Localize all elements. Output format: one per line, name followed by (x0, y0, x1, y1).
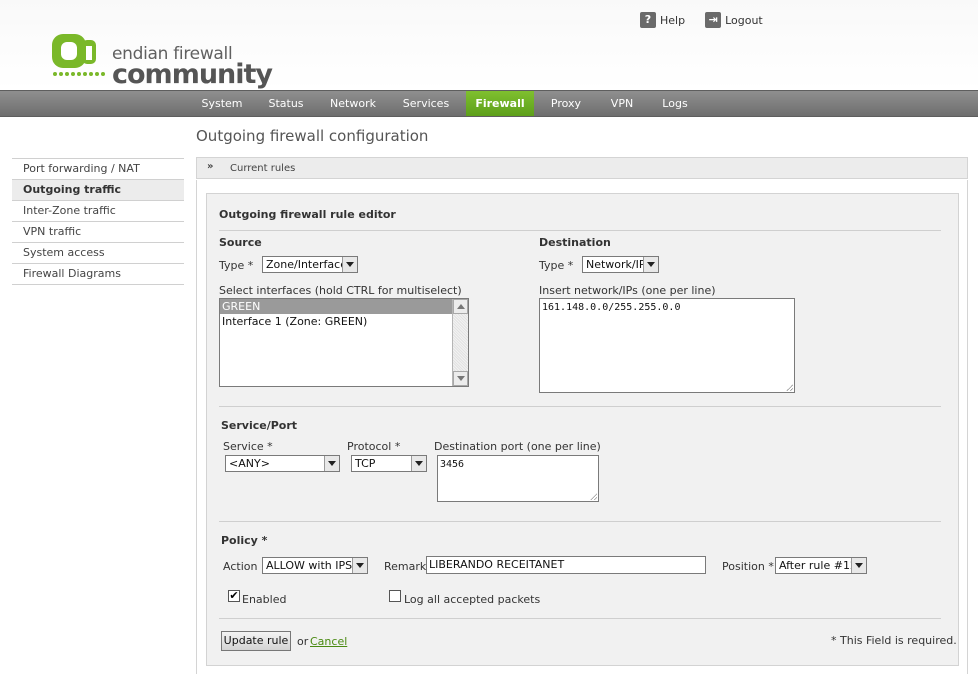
nav-firewall[interactable]: Firewall (466, 91, 534, 116)
action-select[interactable]: ALLOW with IPS (262, 557, 368, 574)
resize-handle-icon[interactable] (786, 384, 793, 391)
sidebar-item-port-forwarding[interactable]: Port forwarding / NAT (12, 159, 184, 180)
top-links: ? Help ⇥ Logout (640, 12, 763, 28)
service-select[interactable]: <ANY> (225, 455, 340, 472)
endian-logo[interactable]: endian firewall community (52, 34, 273, 90)
header: ? Help ⇥ Logout endian firewall communit… (0, 0, 978, 90)
source-heading: Source (219, 236, 262, 249)
protocol-label: Protocol * (347, 440, 401, 453)
chevron-down-icon (352, 558, 367, 573)
source-interfaces-list[interactable]: GREEN Interface 1 (Zone: GREEN) (219, 298, 469, 387)
service-port-heading: Service/Port (221, 419, 298, 432)
destination-port-textarea[interactable]: 3456 (437, 455, 599, 502)
sidebar-item-inter-zone-traffic[interactable]: Inter-Zone traffic (12, 201, 184, 222)
logout-icon: ⇥ (705, 12, 722, 28)
chevron-down-icon (324, 456, 339, 471)
nav-proxy[interactable]: Proxy (542, 91, 590, 116)
protocol-value: TCP (355, 457, 376, 470)
update-rule-button[interactable]: Update rule (221, 631, 291, 651)
chevron-right-icon: » (207, 161, 214, 172)
service-value: <ANY> (229, 457, 270, 470)
list-item[interactable]: Interface 1 (Zone: GREEN) (220, 314, 468, 329)
service-label: Service * (223, 440, 273, 453)
action-label: Action (223, 560, 258, 573)
source-type-label: Type * (219, 259, 254, 272)
divider (219, 406, 941, 407)
divider (219, 230, 941, 231)
destination-port-label: Destination port (one per line) (434, 440, 601, 453)
scrollbar[interactable] (452, 299, 468, 386)
policy-heading: Policy * (221, 534, 268, 547)
destination-port-value: 3456 (440, 459, 465, 470)
current-rules-toggle[interactable]: » Current rules (196, 157, 968, 179)
required-note: * This Field is required. (831, 634, 957, 647)
source-interfaces-label: Select interfaces (hold CTRL for multise… (219, 284, 462, 297)
editor-title: Outgoing firewall rule editor (219, 208, 396, 221)
rule-editor: Outgoing firewall rule editor Source Typ… (206, 193, 959, 666)
main-nav: System Status Network Services Firewall … (0, 90, 978, 117)
log-packets-label: Log all accepted packets (404, 593, 541, 606)
sidebar: Port forwarding / NAT Outgoing traffic I… (12, 158, 184, 285)
remark-label: Remark (384, 560, 427, 573)
action-value: ALLOW with IPS (266, 559, 353, 572)
enabled-checkbox[interactable]: ✔ (228, 590, 240, 602)
chevron-down-icon (851, 558, 866, 573)
destination-type-select[interactable]: Network/IP (582, 256, 659, 273)
resize-handle-icon[interactable] (590, 493, 597, 500)
destination-heading: Destination (539, 236, 611, 249)
sidebar-item-firewall-diagrams[interactable]: Firewall Diagrams (12, 264, 184, 285)
logout-link[interactable]: ⇥ Logout (705, 12, 763, 28)
destination-network-label: Insert network/IPs (one per line) (539, 284, 716, 297)
help-label: Help (660, 13, 686, 27)
sidebar-item-system-access[interactable]: System access (12, 243, 184, 264)
sidebar-item-outgoing-traffic[interactable]: Outgoing traffic (12, 180, 184, 201)
list-item[interactable]: GREEN (220, 299, 468, 314)
destination-type-value: Network/IP (586, 258, 646, 271)
destination-network-textarea[interactable]: 161.148.0.0/255.255.0.0 (539, 298, 795, 393)
brand-line2: community (112, 59, 273, 90)
brand-text: endian firewall community (112, 34, 273, 90)
divider (219, 618, 941, 619)
protocol-select[interactable]: TCP (351, 455, 427, 472)
logout-label: Logout (725, 13, 763, 27)
help-link[interactable]: ? Help (640, 12, 685, 28)
sidebar-item-vpn-traffic[interactable]: VPN traffic (12, 222, 184, 243)
scroll-up-icon[interactable] (453, 299, 468, 314)
help-icon: ? (640, 12, 656, 28)
nav-vpn[interactable]: VPN (600, 91, 644, 116)
source-type-value: Zone/Interface (266, 258, 347, 271)
nav-status[interactable]: Status (258, 91, 314, 116)
page-title: Outgoing firewall configuration (196, 127, 429, 145)
or-text: or (297, 635, 309, 648)
enabled-label: Enabled (242, 593, 287, 606)
chevron-down-icon (643, 257, 658, 272)
divider (219, 521, 941, 522)
remark-input[interactable]: LIBERANDO RECEITANET (426, 556, 706, 574)
current-rules-label: Current rules (230, 163, 296, 174)
nav-system[interactable]: System (192, 91, 252, 116)
position-label: Position * (722, 560, 774, 573)
position-value: After rule #12 (779, 559, 857, 572)
chevron-down-icon (411, 456, 426, 471)
source-type-select[interactable]: Zone/Interface (262, 256, 358, 273)
position-select[interactable]: After rule #12 (775, 557, 867, 574)
log-packets-checkbox[interactable] (389, 590, 401, 602)
destination-network-value: 161.148.0.0/255.255.0.0 (542, 302, 681, 313)
chevron-down-icon (342, 257, 357, 272)
scroll-down-icon[interactable] (453, 371, 468, 386)
endian-logo-icon (52, 34, 106, 80)
cancel-link[interactable]: Cancel (310, 635, 347, 648)
nav-network[interactable]: Network (320, 91, 386, 116)
destination-type-label: Type * (539, 259, 574, 272)
nav-logs[interactable]: Logs (654, 91, 696, 116)
nav-services[interactable]: Services (394, 91, 458, 116)
